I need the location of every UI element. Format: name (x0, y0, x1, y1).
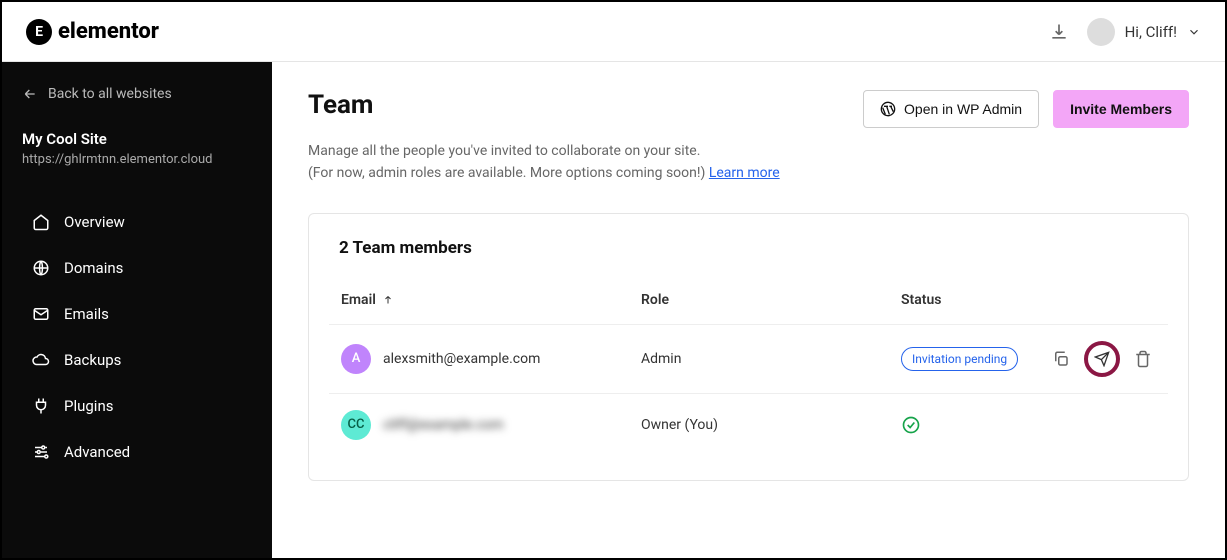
member-email: alexsmith@example.com (383, 351, 540, 367)
site-name: My Cool Site (22, 130, 252, 148)
wp-admin-label: Open in WP Admin (904, 101, 1022, 117)
team-card: 2 Team members Email Role Status A alexs… (308, 213, 1189, 481)
back-label: Back to all websites (48, 86, 172, 102)
resend-invite-button[interactable] (1084, 341, 1120, 377)
copy-icon[interactable] (1048, 346, 1074, 372)
mail-icon (32, 305, 50, 323)
home-icon (32, 213, 50, 231)
back-to-websites-link[interactable]: Back to all websites (22, 86, 252, 102)
sidebar-item-plugins[interactable]: Plugins (22, 383, 252, 429)
plug-icon (32, 397, 50, 415)
member-avatar: CC (341, 410, 371, 440)
page-title: Team (308, 90, 373, 120)
member-role: Admin (641, 351, 901, 367)
sort-arrow-up-icon (382, 294, 394, 306)
brand-name: elementor (58, 19, 159, 44)
nav-label: Domains (64, 259, 123, 277)
sidebar-item-emails[interactable]: Emails (22, 291, 252, 337)
site-url: https://ghlrmtnn.elementor.cloud (22, 152, 252, 167)
invite-label: Invite Members (1070, 101, 1172, 117)
chevron-down-icon (1187, 25, 1201, 39)
invite-members-button[interactable]: Invite Members (1053, 90, 1189, 128)
nav-label: Advanced (64, 443, 130, 461)
col-email-label: Email (341, 292, 376, 308)
delete-icon[interactable] (1130, 346, 1156, 372)
sidebar-item-advanced[interactable]: Advanced (22, 429, 252, 475)
cloud-icon (32, 351, 50, 369)
sidebar-item-domains[interactable]: Domains (22, 245, 252, 291)
nav-label: Backups (64, 351, 121, 369)
site-info: My Cool Site https://ghlrmtnn.elementor.… (22, 130, 252, 167)
open-wp-admin-button[interactable]: Open in WP Admin (863, 90, 1039, 128)
sidebar: Back to all websites My Cool Site https:… (2, 62, 272, 558)
brand-logo[interactable]: E elementor (26, 19, 159, 45)
arrow-left-icon (22, 86, 38, 102)
subtitle-line1: Manage all the people you've invited to … (308, 143, 700, 159)
member-role: Owner (You) (641, 417, 901, 433)
table-row: A alexsmith@example.com Admin Invitation… (329, 324, 1168, 393)
card-title: 2 Team members (329, 238, 1168, 258)
main-content: Team Open in WP Admin Invite Members Man… (272, 62, 1225, 558)
user-avatar-icon (1087, 18, 1115, 46)
table-row: CC cliff@example.com Owner (You) (329, 393, 1168, 456)
user-greeting-text: Hi, Cliff! (1125, 23, 1177, 41)
status-ok-icon (901, 415, 1026, 435)
member-email: cliff@example.com (383, 417, 504, 433)
column-email[interactable]: Email (341, 292, 641, 308)
nav-label: Emails (64, 305, 109, 323)
globe-icon (32, 259, 50, 277)
learn-more-link[interactable]: Learn more (709, 165, 780, 181)
status-badge: Invitation pending (901, 347, 1018, 371)
sidebar-item-overview[interactable]: Overview (22, 199, 252, 245)
nav-label: Plugins (64, 397, 113, 415)
download-icon[interactable] (1049, 22, 1069, 42)
nav-label: Overview (64, 213, 125, 231)
user-menu[interactable]: Hi, Cliff! (1087, 18, 1201, 46)
member-avatar: A (341, 344, 371, 374)
page-subtitle: Manage all the people you've invited to … (308, 140, 1189, 185)
table-header: Email Role Status (329, 276, 1168, 324)
wordpress-icon (880, 101, 896, 117)
sidebar-item-backups[interactable]: Backups (22, 337, 252, 383)
send-icon (1094, 351, 1110, 367)
column-status[interactable]: Status (901, 292, 1026, 308)
column-role[interactable]: Role (641, 292, 901, 308)
logo-icon: E (26, 19, 52, 45)
sliders-icon (32, 443, 50, 461)
subtitle-line2: (For now, admin roles are available. Mor… (308, 165, 709, 181)
